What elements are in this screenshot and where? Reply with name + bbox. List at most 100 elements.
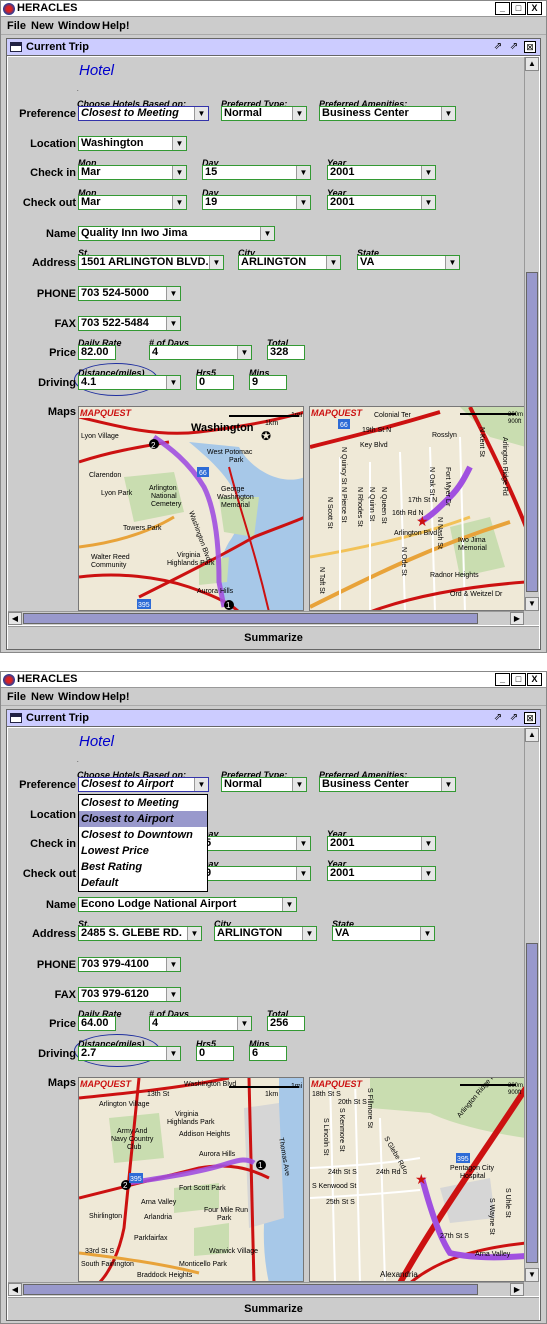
type-select[interactable]: Normal ▼ [221,777,307,792]
menu-new[interactable]: New [31,691,54,703]
hscroll-thumb[interactable] [23,1284,478,1295]
scroll-down-icon[interactable]: ▼ [525,1268,539,1282]
street-select[interactable]: 2485 S. GLEBE RD. ▼ [78,926,202,941]
scroll-thumb[interactable] [526,943,538,1263]
route-map-detail[interactable]: ★ MAPQUEST 18th St S 20th St S S Glebe R… [309,1077,524,1282]
svg-text:S Fillmore St: S Fillmore St [366,1088,373,1128]
days-select[interactable]: 4 ▼ [149,345,252,360]
minimize-button[interactable]: _ [495,2,510,15]
menu-help[interactable]: Help! [102,691,130,703]
route-map-overview[interactable]: 2 1 MAPQUEST Washington Blvd 13th St Arl… [78,1077,304,1282]
daily-rate-field[interactable]: 64.00 [78,1016,116,1031]
preference-select[interactable]: Closest to Meeting ▼ [78,106,209,121]
close-button[interactable]: X [527,2,542,15]
minimize-button[interactable]: _ [495,673,510,686]
menu-file[interactable]: File [7,691,26,703]
checkin-day-select[interactable]: 5 ▼ [202,836,311,851]
hours-field[interactable]: 0 [196,1046,234,1061]
hotel-name-select[interactable]: Quality Inn Iwo Jima ▼ [78,226,275,241]
hotel-name-select[interactable]: Econo Lodge National Airport ▼ [78,897,297,912]
maximize-button[interactable]: □ [511,673,526,686]
scroll-up-icon[interactable]: ▲ [525,728,539,742]
menu-help[interactable]: Help! [102,20,130,32]
maximize-button[interactable]: □ [511,2,526,15]
checkin-day-select[interactable]: 15 ▼ [202,165,311,180]
svg-text:MAPQUEST: MAPQUEST [311,1079,364,1089]
amenities-select[interactable]: Business Center ▼ [319,106,456,121]
checkin-year-select[interactable]: 2001 ▼ [327,836,436,851]
frame-maximize-icon[interactable]: ⇗ [508,41,520,53]
scroll-up-icon[interactable]: ▲ [525,57,539,71]
location-select[interactable]: Washington ▼ [78,136,187,151]
hours-field[interactable]: 0 [196,375,234,390]
menu-new[interactable]: New [31,20,54,32]
route-map-detail[interactable]: ★ MAPQUEST Colonial Ter 19th St N Key Bl… [309,406,524,611]
dropdown-option[interactable]: Closest to Meeting [79,795,207,811]
distance-select[interactable]: 2.7 ▼ [78,1046,181,1061]
minutes-field[interactable]: 6 [249,1046,287,1061]
dropdown-option-highlighted[interactable]: Closest to Airport [79,811,207,827]
total-field[interactable]: 328 [267,345,305,360]
svg-text:✪: ✪ [261,429,271,443]
svg-text:Radnor Heights: Radnor Heights [430,572,479,579]
close-button[interactable]: X [527,673,542,686]
city-select[interactable]: ARLINGTON ▼ [238,255,341,270]
scroll-left-icon[interactable]: ◀ [8,1283,22,1296]
days-select[interactable]: 4 ▼ [149,1016,252,1031]
amenities-select[interactable]: Business Center ▼ [319,777,456,792]
state-select[interactable]: VA ▼ [332,926,435,941]
distance-select[interactable]: 4.1 ▼ [78,375,181,390]
scroll-down-icon[interactable]: ▼ [525,597,539,611]
summarize-button[interactable]: Summarize [8,1297,539,1320]
minutes-field[interactable]: 9 [249,375,287,390]
frame-iconify-icon[interactable]: ⇗ [492,41,504,53]
checkout-month-select[interactable]: Mar ▼ [78,195,187,210]
horizontal-scrollbar[interactable]: ◀ ▶ [8,611,524,625]
svg-text:18th St S: 18th St S [312,1091,341,1098]
checkout-day-select[interactable]: 9 ▼ [202,866,311,881]
scroll-right-icon[interactable]: ▶ [510,1283,524,1296]
fax-select[interactable]: 703 979-6120 ▼ [78,987,181,1002]
preference-select[interactable]: Closest to Airport ▼ [78,777,209,792]
name-label: Name [46,899,76,911]
horizontal-scrollbar[interactable]: ◀ ▶ [8,1282,524,1296]
scroll-right-icon[interactable]: ▶ [510,612,524,625]
dropdown-option[interactable]: Lowest Price [79,843,207,859]
preference-dropdown-list[interactable]: Closest to Meeting Closest to Airport Cl… [78,794,208,892]
frame-iconify-icon[interactable]: ⇗ [492,712,504,724]
state-select[interactable]: VA ▼ [357,255,460,270]
dropdown-option[interactable]: Default [79,875,207,891]
frame-maximize-icon[interactable]: ⇗ [508,712,520,724]
menu-file[interactable]: File [7,20,26,32]
frame-close-icon[interactable]: ⊠ [524,712,536,724]
daily-rate-field[interactable]: 82.00 [78,345,116,360]
summarize-button[interactable]: Summarize [8,626,539,649]
menu-window[interactable]: Window [58,691,100,703]
phone-select[interactable]: 703 979-4100 ▼ [78,957,181,972]
svg-text:Warwick Village: Warwick Village [209,1248,258,1255]
checkout-day-select[interactable]: 19 ▼ [202,195,311,210]
route-map-overview[interactable]: 2 1 MAPQUEST Washington Lyon Village Cla… [78,406,304,611]
menu-window[interactable]: Window [58,20,100,32]
hscroll-thumb[interactable] [23,613,478,624]
phone-label: PHONE [36,959,76,971]
phone-select[interactable]: 703 524-5000 ▼ [78,286,181,301]
street-select[interactable]: 1501 ARLINGTON BLVD. ▼ [78,255,224,270]
frame-close-icon[interactable]: ⊠ [524,41,536,53]
vertical-scrollbar[interactable]: ▲ ▼ [524,57,539,611]
frame-title: Current Trip [26,41,89,53]
total-field[interactable]: 256 [267,1016,305,1031]
city-select[interactable]: ARLINGTON ▼ [214,926,317,941]
type-select[interactable]: Normal ▼ [221,106,307,121]
vertical-scrollbar[interactable]: ▲ ▼ [524,728,539,1282]
dropdown-option[interactable]: Best Rating [79,859,207,875]
svg-text:Virginia: Virginia [177,552,200,559]
checkin-month-select[interactable]: Mar ▼ [78,165,187,180]
checkout-year-select[interactable]: 2001 ▼ [327,195,436,210]
scroll-left-icon[interactable]: ◀ [8,612,22,625]
checkout-year-select[interactable]: 2001 ▼ [327,866,436,881]
checkin-year-select[interactable]: 2001 ▼ [327,165,436,180]
fax-select[interactable]: 703 522-5484 ▼ [78,316,181,331]
dropdown-option[interactable]: Closest to Downtown [79,827,207,843]
scroll-thumb[interactable] [526,272,538,592]
